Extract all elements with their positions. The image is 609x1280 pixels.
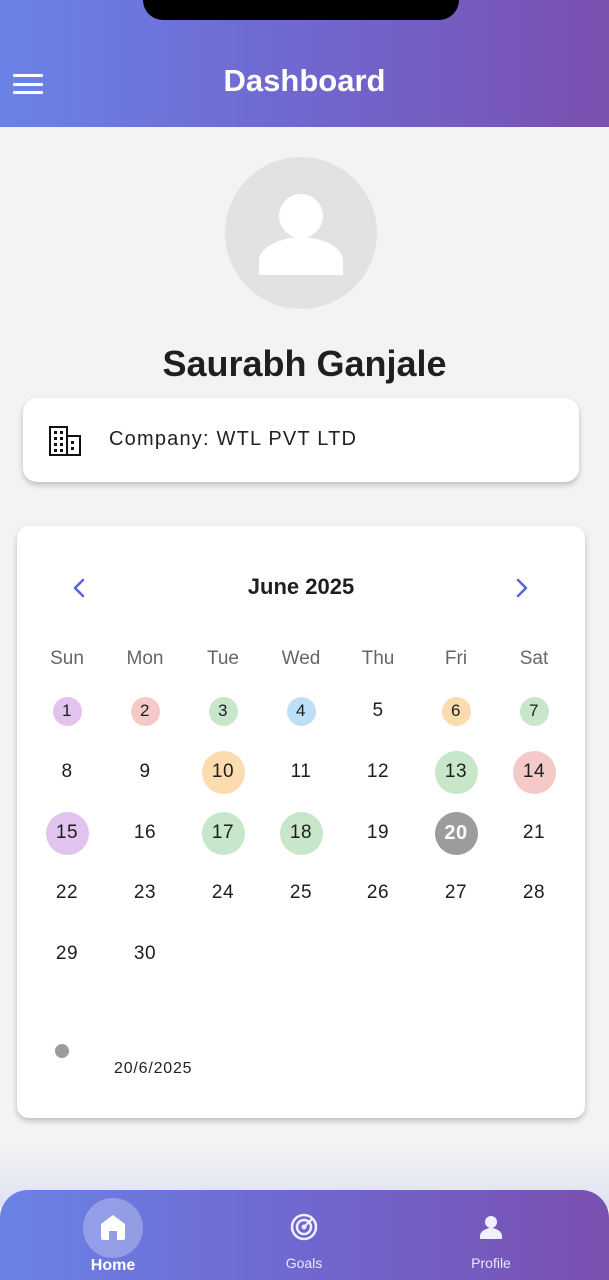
calendar-day[interactable]: 18 xyxy=(279,811,323,855)
weekday-fri: Fri xyxy=(444,648,468,669)
calendar-day[interactable]: 10 xyxy=(201,750,245,794)
calendar-day[interactable]: 22 xyxy=(47,873,87,913)
calendar-day[interactable]: 4 xyxy=(286,696,316,726)
legend-date: 20/6/2025 xyxy=(114,1060,193,1077)
calendar-day[interactable]: 30 xyxy=(125,934,165,974)
target-icon xyxy=(290,1213,318,1241)
calendar-month-title: June 2025 xyxy=(247,574,355,599)
bottom-nav: Home Goals Profile xyxy=(0,1190,609,1280)
calendar-day[interactable]: 24 xyxy=(203,873,243,913)
calendar-day-selected[interactable]: 20 xyxy=(434,811,478,855)
calendar-day[interactable]: 8 xyxy=(47,752,87,792)
calendar-card: June 2025 Sun Mon Tue Wed Thu Fri Sat 12345678… xyxy=(17,526,585,1118)
calendar-day[interactable]: 14 xyxy=(512,750,556,794)
calendar-day[interactable]: 27 xyxy=(436,873,476,913)
calendar-day[interactable]: 9 xyxy=(125,752,165,792)
calendar-day[interactable]: 16 xyxy=(125,813,165,853)
calendar-day[interactable]: 3 xyxy=(208,696,238,726)
nav-profile[interactable]: Profile xyxy=(431,1190,551,1280)
weekday-sun: Sun xyxy=(50,648,84,669)
calendar-day[interactable]: 2 xyxy=(130,696,160,726)
calendar-day[interactable]: 17 xyxy=(201,811,245,855)
nav-home-label: Home xyxy=(90,1257,136,1274)
calendar-day[interactable]: 21 xyxy=(514,813,554,853)
chevron-right-icon[interactable] xyxy=(506,573,536,603)
person-icon xyxy=(259,194,343,275)
nav-profile-label: Profile xyxy=(471,1255,511,1271)
nav-goals[interactable]: Goals xyxy=(244,1190,364,1280)
calendar-day[interactable]: 13 xyxy=(434,750,478,794)
legend-dot xyxy=(55,1044,69,1058)
home-icon xyxy=(101,1215,125,1240)
weekday-mon: Mon xyxy=(126,648,164,669)
person-icon xyxy=(480,1216,502,1239)
calendar-day[interactable]: 15 xyxy=(45,811,89,855)
calendar-day[interactable]: 28 xyxy=(514,873,554,913)
weekday-thu: Thu xyxy=(361,648,395,669)
avatar xyxy=(225,157,377,309)
weekday-sat: Sat xyxy=(519,648,549,669)
weekday-tue: Tue xyxy=(206,648,240,669)
calendar-day[interactable]: 6 xyxy=(441,696,471,726)
calendar-day[interactable]: 1 xyxy=(52,696,82,726)
calendar-day[interactable]: 12 xyxy=(358,752,398,792)
nav-home[interactable]: Home xyxy=(53,1190,173,1280)
nav-goals-label: Goals xyxy=(285,1255,323,1271)
app-bar: Dashboard xyxy=(0,0,609,127)
user-name: Saurabh Ganjale xyxy=(162,343,447,384)
calendar-day[interactable]: 26 xyxy=(358,873,398,913)
weekday-wed: Wed xyxy=(281,648,321,669)
company-label: Company: WTL PVT LTD xyxy=(109,428,358,450)
calendar-day[interactable]: 11 xyxy=(281,752,321,792)
calendar-day[interactable]: 23 xyxy=(125,873,165,913)
calendar-day[interactable]: 19 xyxy=(358,813,398,853)
page-title: Dashboard xyxy=(223,63,386,98)
calendar-day[interactable]: 5 xyxy=(358,691,398,731)
calendar-day[interactable]: 25 xyxy=(281,873,321,913)
calendar-day[interactable]: 29 xyxy=(47,934,87,974)
company-card: Company: WTL PVT LTD xyxy=(23,398,579,482)
calendar-day[interactable]: 7 xyxy=(519,696,549,726)
building-icon xyxy=(49,426,81,456)
device-notch xyxy=(143,0,459,20)
